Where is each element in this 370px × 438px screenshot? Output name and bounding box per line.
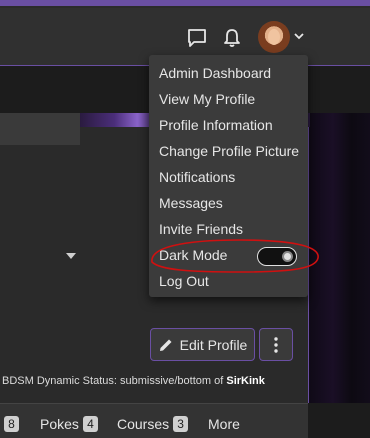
tab-count: 4 [82, 416, 98, 432]
chevron-down-icon[interactable] [293, 30, 305, 42]
status-link[interactable]: SirKink [226, 375, 265, 387]
user-dropdown-menu: Admin Dashboard View My Profile Profile … [149, 55, 308, 297]
edit-profile-label: Edit Profile [179, 336, 248, 353]
tab-courses[interactable]: Courses 3 [117, 416, 189, 432]
tab-label: Courses [117, 416, 170, 432]
tab-pokes[interactable]: Pokes 4 [40, 416, 98, 432]
menu-item-view-profile[interactable]: View My Profile [149, 86, 308, 112]
tab-partial[interactable]: 8 [4, 416, 19, 432]
tab-more[interactable]: More [208, 416, 240, 432]
pencil-icon [159, 339, 172, 351]
menu-item-messages[interactable]: Messages [149, 190, 308, 216]
menu-item-invite-friends[interactable]: Invite Friends [149, 216, 308, 242]
tab-label: Pokes [40, 416, 79, 432]
tab-label: More [208, 416, 240, 432]
menu-item-change-picture[interactable]: Change Profile Picture [149, 138, 308, 164]
profile-name-box [0, 113, 80, 145]
top-accent-strip [0, 0, 370, 8]
menu-item-log-out[interactable]: Log Out [149, 268, 308, 294]
tab-count: 3 [173, 416, 189, 432]
more-options-button[interactable] [259, 328, 293, 361]
message-icon[interactable] [186, 27, 208, 49]
menu-item-profile-information[interactable]: Profile Information [149, 112, 308, 138]
vertical-dots-icon [274, 336, 278, 353]
dark-mode-toggle[interactable] [257, 247, 297, 266]
cover-edge [308, 113, 370, 403]
menu-item-admin-dashboard[interactable]: Admin Dashboard [149, 60, 308, 86]
bell-icon[interactable] [221, 27, 243, 49]
profile-tabbar: 8 Pokes 4 Courses 3 More [0, 403, 308, 438]
edit-profile-button[interactable]: Edit Profile [150, 328, 255, 361]
dark-mode-label: Dark Mode [159, 247, 228, 263]
menu-item-notifications[interactable]: Notifications [149, 164, 308, 190]
menu-item-dark-mode[interactable]: Dark Mode [149, 242, 308, 268]
user-avatar[interactable] [258, 21, 290, 53]
dynamic-status-text: BDSM Dynamic Status: submissive/bottom o… [2, 375, 265, 387]
caret-down-icon[interactable] [66, 253, 76, 259]
status-prefix: BDSM Dynamic Status: submissive/bottom o… [2, 375, 224, 387]
tab-count: 8 [4, 416, 19, 432]
toggle-knob [282, 251, 293, 262]
